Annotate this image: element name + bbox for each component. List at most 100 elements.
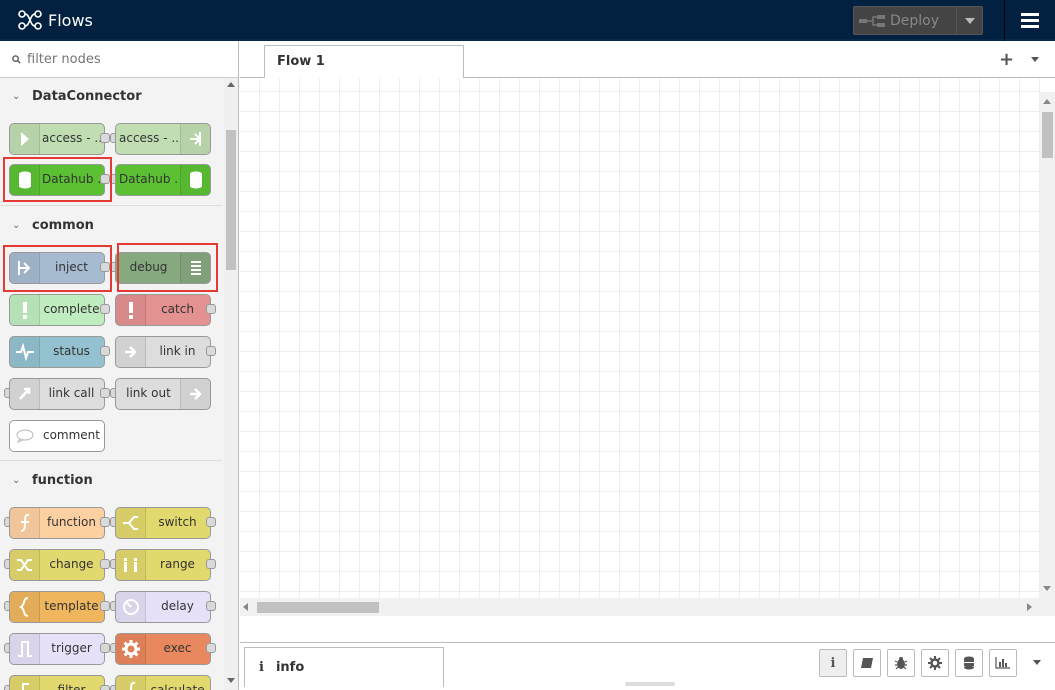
tab-menu-chevron-down-icon[interactable] [1031, 57, 1039, 62]
palette-node-function[interactable]: function [9, 507, 105, 539]
sidebar-menu-chevron-down-icon[interactable] [1033, 660, 1041, 665]
deploy-options-chevron-down-icon[interactable] [956, 7, 982, 34]
header: Flows Deploy [0, 0, 1055, 41]
chevron-down-icon: ⌄ [12, 219, 21, 231]
category-header-common[interactable]: ⌄ common [0, 210, 222, 240]
link-icon [116, 337, 146, 367]
palette-node-comment[interactable]: comment [9, 420, 105, 452]
workspace-tabs: Flow 1 + [240, 41, 1055, 78]
sidebar-context-button[interactable] [955, 649, 983, 677]
category-label: DataConnector [32, 88, 142, 104]
info-icon: i [830, 655, 836, 671]
node-output-port[interactable] [100, 304, 110, 314]
scroll-thumb[interactable] [226, 130, 236, 270]
alert-icon [10, 295, 40, 325]
node-label: change [49, 557, 94, 571]
tab-info[interactable]: i info [244, 647, 444, 687]
scroll-down-arrow-icon[interactable] [227, 678, 235, 683]
palette-scrollbar[interactable] [224, 78, 238, 690]
node-output-port[interactable] [100, 517, 110, 527]
palette-node-exec[interactable]: exec [115, 633, 211, 665]
palette-node-access-in[interactable]: access - ... [9, 123, 105, 155]
node-label: access - ... [42, 131, 101, 145]
add-flow-plus-icon[interactable]: + [999, 49, 1014, 70]
palette-node-status[interactable]: status [9, 336, 105, 368]
scroll-corner [1040, 598, 1055, 616]
palette-node-filter[interactable]: filter [9, 675, 105, 690]
category-header-function[interactable]: ⌄ function [0, 465, 222, 495]
sidebar-help-button[interactable] [853, 649, 881, 677]
category-divider [0, 460, 222, 461]
palette-node-catch[interactable]: catch [115, 294, 211, 326]
node-output-port[interactable] [100, 388, 110, 398]
deploy-icon [854, 7, 890, 34]
palette-node-change[interactable]: change [9, 549, 105, 581]
sidebar-info-button[interactable]: i [819, 649, 847, 677]
palette-node-trigger[interactable]: trigger [9, 633, 105, 665]
filter-nodes-input[interactable] [27, 51, 227, 67]
scroll-right-arrow-icon[interactable] [1027, 603, 1032, 611]
sidebar-debug-button[interactable] [887, 649, 915, 677]
chevron-down-icon: ⌄ [12, 90, 21, 102]
node-label: exec [163, 641, 192, 655]
node-output-port[interactable] [206, 559, 216, 569]
scroll-up-arrow-icon[interactable] [227, 82, 235, 87]
node-output-port[interactable] [206, 304, 216, 314]
app-title: Flows [48, 10, 93, 30]
node-output-port[interactable] [100, 346, 110, 356]
main-menu-button[interactable] [1004, 0, 1055, 41]
filter-icon [10, 676, 40, 690]
node-output-port[interactable] [206, 346, 216, 356]
tab-flow-1[interactable]: Flow 1 [264, 45, 464, 78]
node-label: access - ... [119, 131, 178, 145]
node-output-port[interactable] [100, 643, 110, 653]
sidebar-dashboard-button[interactable] [989, 649, 1017, 677]
palette-node-complete[interactable]: complete [9, 294, 105, 326]
node-output-port[interactable] [206, 517, 216, 527]
palette-node-link-in[interactable]: link in [115, 336, 211, 368]
app-logo: Flows [18, 10, 93, 30]
sidebar-config-button[interactable] [921, 649, 949, 677]
node-label: range [160, 557, 195, 571]
resize-grip[interactable] [625, 682, 675, 686]
scroll-up-arrow-icon[interactable] [1043, 99, 1051, 104]
switch-icon [116, 508, 146, 538]
palette-node-datahub-out[interactable]: Datahub ... [115, 164, 211, 196]
node-output-port[interactable] [206, 643, 216, 653]
canvas-horizontal-scrollbar[interactable] [240, 598, 1040, 616]
gear-icon [928, 656, 942, 670]
timer-icon [116, 592, 146, 622]
node-output-port[interactable] [206, 601, 216, 611]
node-output-port[interactable] [100, 133, 110, 143]
palette-node-calculate[interactable]: calculate [115, 675, 211, 690]
node-output-port[interactable] [100, 559, 110, 569]
node-label: function [46, 515, 97, 529]
database-icon [180, 165, 210, 195]
range-icon [116, 550, 146, 580]
scroll-down-arrow-icon[interactable] [1043, 586, 1051, 591]
scroll-thumb[interactable] [1042, 112, 1053, 158]
flows-logo-icon [18, 10, 42, 30]
category-header-dataconnector[interactable]: ⌄ DataConnector [0, 81, 222, 111]
scroll-left-arrow-icon[interactable] [243, 603, 248, 611]
palette-node-switch[interactable]: switch [115, 507, 211, 539]
node-label: status [53, 344, 90, 358]
flow-canvas[interactable] [240, 78, 1040, 598]
node-label: template [44, 599, 99, 613]
template-icon [10, 592, 40, 622]
deploy-button[interactable]: Deploy [853, 6, 983, 35]
palette-node-delay[interactable]: delay [115, 591, 211, 623]
scroll-thumb[interactable] [257, 602, 379, 613]
palette-node-link-out[interactable]: link out [115, 378, 211, 410]
node-label: catch [161, 302, 194, 316]
palette-node-access-out[interactable]: access - ... [115, 123, 211, 155]
node-output-port[interactable] [100, 685, 110, 690]
link-icon [10, 379, 40, 409]
arrow-out-icon [180, 124, 210, 154]
node-label: link in [159, 344, 196, 358]
palette-node-template[interactable]: template [9, 591, 105, 623]
node-output-port[interactable] [100, 601, 110, 611]
canvas-vertical-scrollbar[interactable] [1040, 92, 1055, 598]
palette-node-link-call[interactable]: link call [9, 378, 105, 410]
palette-node-range[interactable]: range [115, 549, 211, 581]
